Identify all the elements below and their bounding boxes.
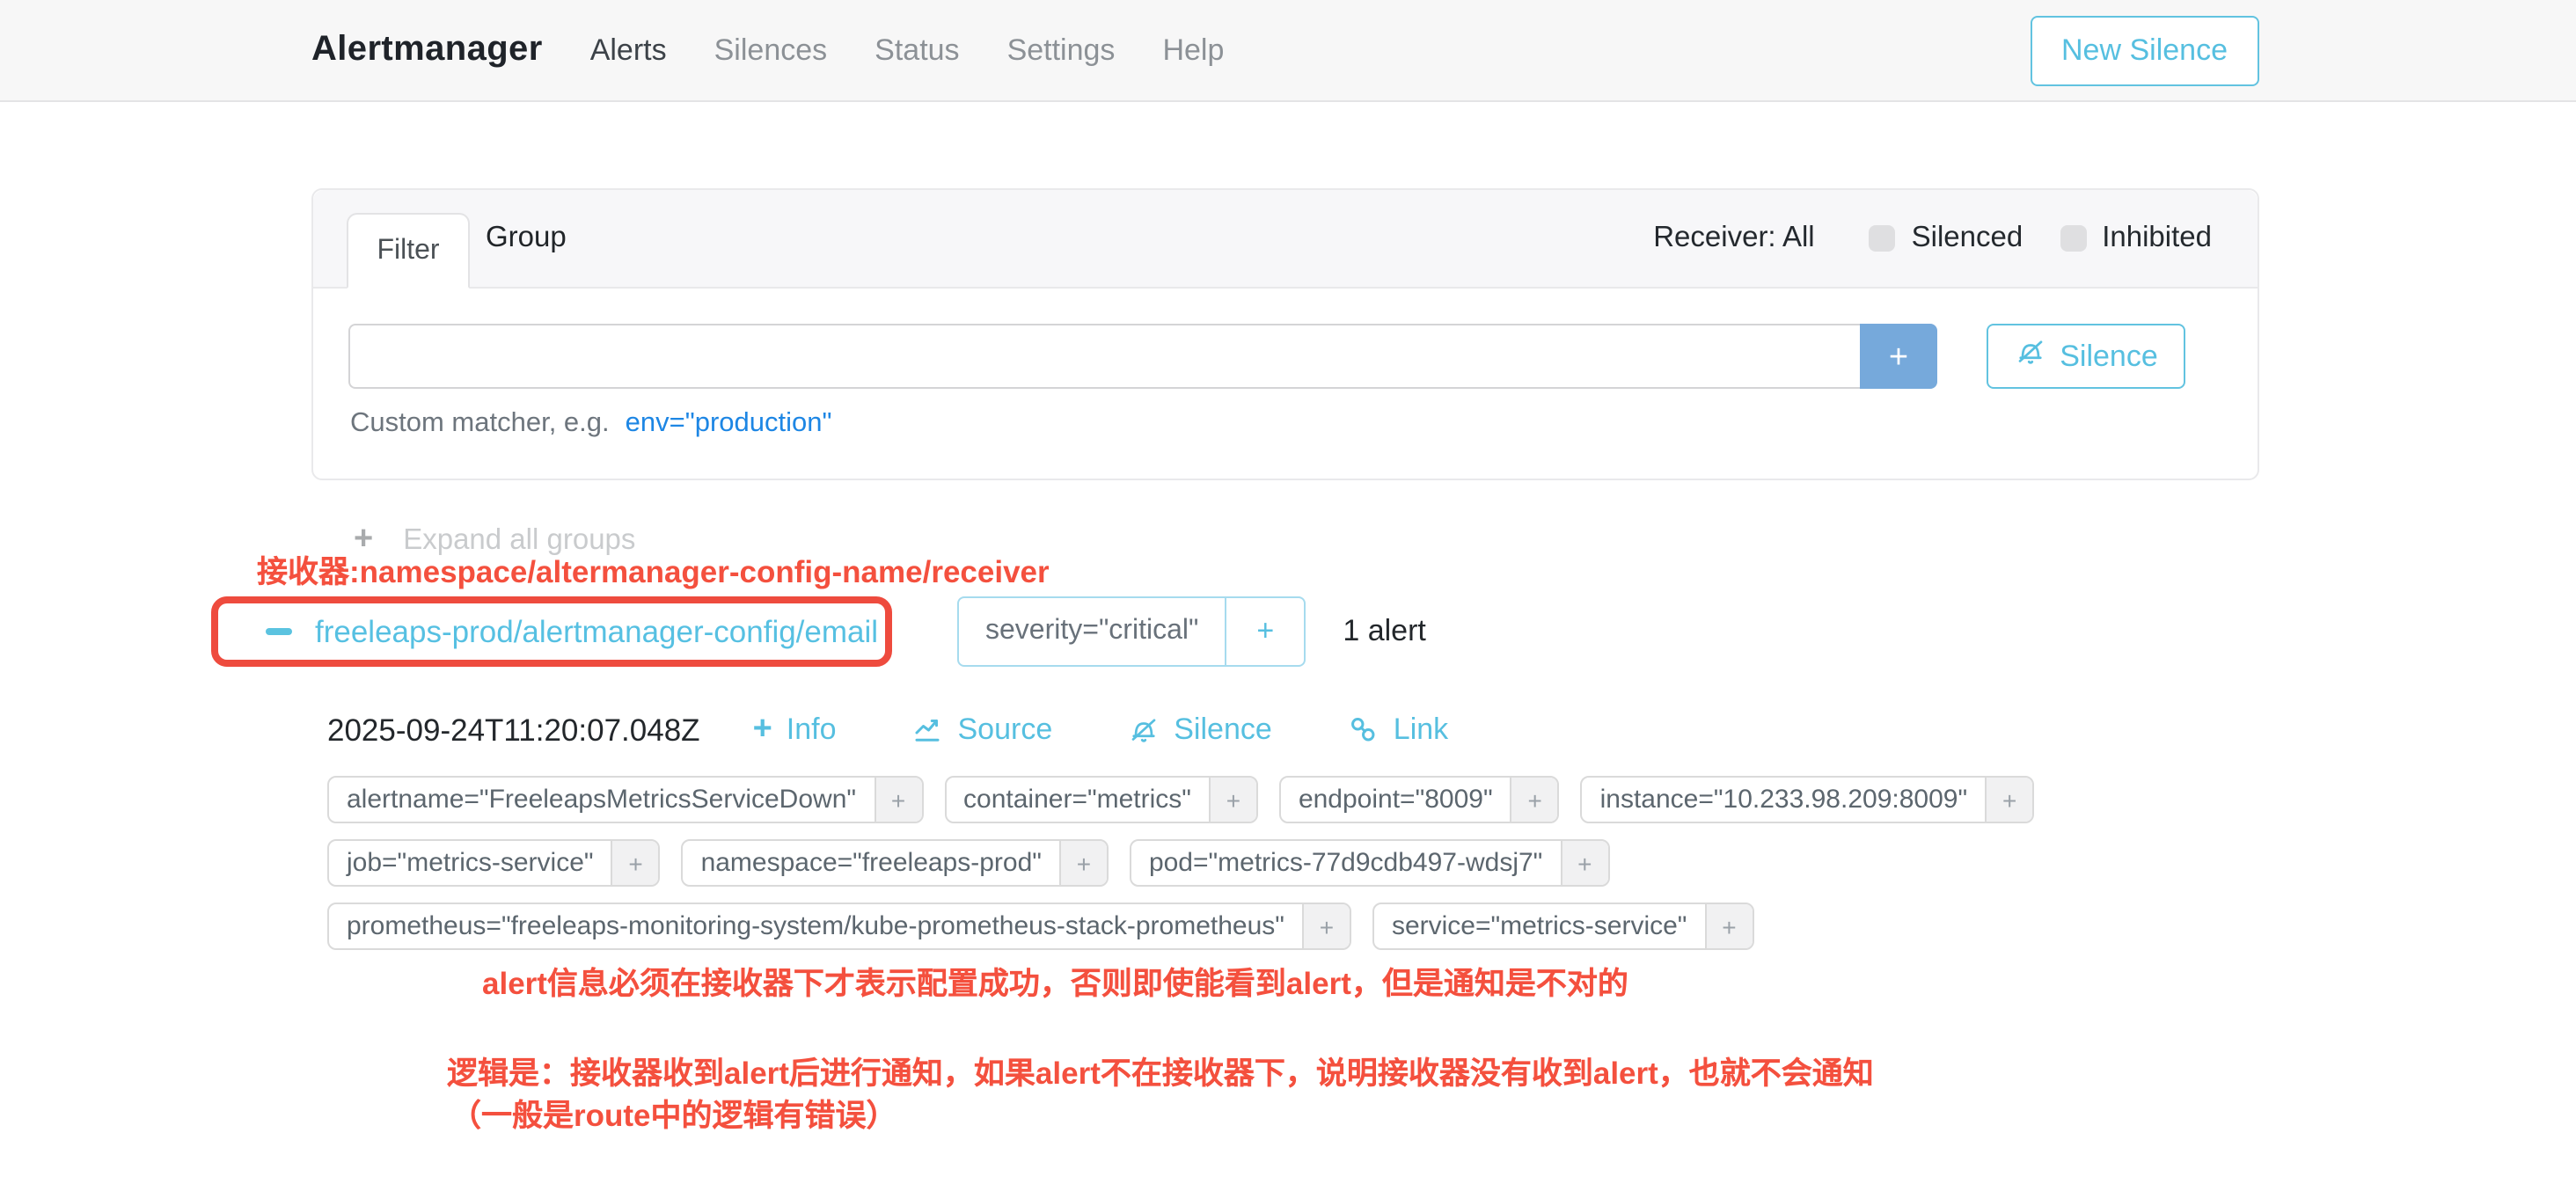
source-link-label: Source <box>958 713 1053 748</box>
matcher-input-row: + Silence <box>348 324 2185 389</box>
label-text: instance="10.233.98.209:8009" <box>1583 778 1986 822</box>
filter-panel-body: + Silence Custom matcher, e.g. env="produ… <box>313 289 2258 482</box>
matcher-hint: Custom matcher, e.g. env="production" <box>350 408 832 440</box>
label-chip: prometheus="freeleaps-monitoring-system/… <box>327 903 1351 950</box>
alert-link-label: Link <box>1394 713 1448 748</box>
label-text: endpoint="8009" <box>1281 778 1511 822</box>
silence-button[interactable]: Silence <box>1987 324 2185 389</box>
alert-count: 1 alert <box>1343 614 1426 649</box>
add-label-matcher-button[interactable]: + <box>1302 904 1350 948</box>
inhibited-checkbox[interactable] <box>2060 225 2086 252</box>
label-chip: container="metrics" + <box>944 776 1258 823</box>
add-group-matcher-button[interactable]: + <box>1226 614 1304 649</box>
bell-slash-icon <box>1128 714 1160 746</box>
add-label-matcher-button[interactable]: + <box>1985 778 2032 822</box>
annotation-line-2: 逻辑是：接收器收到alert后进行通知，如果alert不在接收器下，说明接收器没… <box>447 1050 1874 1094</box>
navbar: Alertmanager Alerts Silences Status Sett… <box>0 0 2576 102</box>
info-button-label: Info <box>787 713 837 748</box>
silence-button-label: Silence <box>2060 339 2158 374</box>
label-text: pod="metrics-77d9cdb497-wdsj7" <box>1131 841 1560 885</box>
silenced-checkbox-label[interactable]: Silenced <box>1912 222 2023 255</box>
add-label-matcher-button[interactable]: + <box>611 841 659 885</box>
nav-item-status[interactable]: Status <box>875 33 959 68</box>
alert-labels: alertname="FreeleapsMetricsServiceDown" … <box>327 776 2096 950</box>
filter-options: Receiver: All Silenced Inhibited <box>1653 222 2212 255</box>
group-matcher-text: severity="critical" <box>959 616 1225 647</box>
label-chip: service="metrics-service" + <box>1372 903 1754 950</box>
silenced-checkbox[interactable] <box>1870 225 1896 252</box>
link-icon <box>1348 714 1379 746</box>
add-label-matcher-button[interactable]: + <box>1209 778 1256 822</box>
label-text: container="metrics" <box>946 778 1209 822</box>
collapse-group-icon[interactable] <box>266 628 292 636</box>
filter-panel: Filter Group Receiver: All Silenced Inhi… <box>311 188 2259 480</box>
label-chip: instance="10.233.98.209:8009" + <box>1581 776 2035 823</box>
label-chip: job="metrics-service" + <box>327 839 661 887</box>
add-label-matcher-button[interactable]: + <box>874 778 921 822</box>
navbar-inner: Alertmanager Alerts Silences Status Sett… <box>311 15 2259 85</box>
annotation-receiver-format: 接收器:namespace/altermanager-config-name/r… <box>257 549 1050 593</box>
app-brand: Alertmanager <box>311 30 543 70</box>
label-text: prometheus="freeleaps-monitoring-system/… <box>329 904 1302 948</box>
alert-meta-row: 2025-09-24T11:20:07.048Z + Info Source <box>327 711 1448 749</box>
label-chip: endpoint="8009" + <box>1279 776 1560 823</box>
silence-alert-button-label: Silence <box>1174 713 1272 748</box>
inhibited-checkbox-label[interactable]: Inhibited <box>2102 222 2212 255</box>
filter-panel-header: Filter Group Receiver: All Silenced Inhi… <box>313 190 2258 289</box>
nav-item-settings[interactable]: Settings <box>1007 33 1116 68</box>
label-text: service="metrics-service" <box>1374 904 1705 948</box>
add-label-matcher-button[interactable]: + <box>1560 841 1607 885</box>
alert-timestamp: 2025-09-24T11:20:07.048Z <box>327 712 700 749</box>
info-button[interactable]: + Info <box>753 711 837 749</box>
group-receiver-link[interactable]: freeleaps-prod/alertmanager-config/email <box>315 613 878 650</box>
nav-item-silences[interactable]: Silences <box>714 33 828 68</box>
nav-item-help[interactable]: Help <box>1162 33 1224 68</box>
plus-icon: + <box>753 711 772 749</box>
matcher-input[interactable] <box>348 324 1860 389</box>
annotation-line-1: alert信息必须在接收器下才表示配置成功，否则即使能看到alert，但是通知是… <box>482 961 1628 1005</box>
group-matcher-chip: severity="critical" + <box>957 596 1306 667</box>
label-chip: pod="metrics-77d9cdb497-wdsj7" + <box>1130 839 1609 887</box>
annotation-red-box: freeleaps-prod/alertmanager-config/email <box>211 596 892 667</box>
label-text: job="metrics-service" <box>329 841 611 885</box>
label-text: namespace="freeleaps-prod" <box>684 841 1059 885</box>
label-chip: namespace="freeleaps-prod" + <box>682 839 1109 887</box>
add-label-matcher-button[interactable]: + <box>1511 778 1558 822</box>
silence-alert-button[interactable]: Silence <box>1128 713 1272 748</box>
chart-icon <box>912 714 944 746</box>
receiver-filter[interactable]: Receiver: All <box>1653 222 1814 255</box>
bell-slash-icon <box>2014 336 2045 376</box>
source-link[interactable]: Source <box>912 713 1053 748</box>
matcher-hint-text: Custom matcher, e.g. <box>350 408 610 438</box>
alert-group-row: freeleaps-prod/alertmanager-config/email… <box>211 596 1426 667</box>
tab-group[interactable]: Group <box>486 222 567 255</box>
alert-link[interactable]: Link <box>1348 713 1448 748</box>
alertmanager-page: Alertmanager Alerts Silences Status Sett… <box>0 0 2576 1184</box>
new-silence-button[interactable]: New Silence <box>2030 15 2259 85</box>
annotation-line-3: （一般是route中的逻辑有错误） <box>450 1093 897 1136</box>
tab-filter[interactable]: Filter <box>347 213 470 289</box>
add-label-matcher-button[interactable]: + <box>1704 904 1752 948</box>
matcher-hint-example-link[interactable]: env="production" <box>626 408 832 438</box>
alert-actions: + Info Source <box>753 711 1449 749</box>
label-text: alertname="FreeleapsMetricsServiceDown" <box>329 778 874 822</box>
label-chip: alertname="FreeleapsMetricsServiceDown" … <box>327 776 923 823</box>
add-matcher-button[interactable]: + <box>1860 324 1937 389</box>
nav-item-alerts[interactable]: Alerts <box>590 33 667 68</box>
add-label-matcher-button[interactable]: + <box>1059 841 1107 885</box>
